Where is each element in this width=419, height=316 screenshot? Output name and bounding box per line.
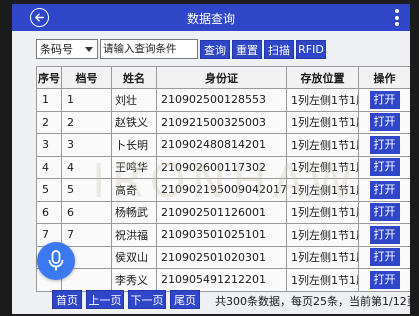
cell-file-no: 1 [61,88,112,112]
open-button[interactable]: 打开 [369,90,400,109]
cell-name: 王鸣华 [111,155,157,179]
cell-name: 侯双山 [111,245,157,269]
results-table: 序号 档号 姓名 身份证 存放位置 操作 1 1 刘壮 210902500128… [36,66,410,292]
column-header-action: 操作 [358,66,410,89]
first-page-button[interactable]: 首页 [52,290,82,309]
open-button[interactable]: 打开 [369,203,400,222]
cell-location: 1列左侧1节1层 [286,223,359,247]
next-page-button[interactable]: 下一页 [128,290,166,309]
cell-id: 210902500128553 [156,88,287,112]
device-bezel-right [410,0,419,316]
cell-id: 210902501126001 [156,200,287,224]
cell-file-no: 5 [61,178,112,202]
table-row: 3 3 卜长明 210902480814201 1列左侧1节1层 打开 [36,133,410,157]
reset-button[interactable]: 重置 [232,40,262,59]
cell-location: 1列左侧1节1层 [286,110,359,134]
microphone-icon [48,250,64,271]
page-title: 数据查询 [186,12,235,26]
cell-file-no: 2 [61,110,112,134]
cell-action: 打开 [358,155,410,179]
open-button[interactable]: 打开 [369,135,400,154]
cell-file-no: 3 [61,133,112,157]
cell-action: 打开 [358,245,410,269]
cell-action: 打开 [358,200,410,224]
cell-action: 打开 [358,133,410,157]
cell-no: 4 [36,155,62,179]
column-header-location: 存放位置 [286,66,359,89]
cell-action: 打开 [358,110,410,134]
caret-down-icon [85,47,93,52]
cell-location: 1列左侧1节1层 [286,268,359,292]
open-button[interactable]: 打开 [369,113,400,132]
prev-page-button[interactable]: 上一页 [86,290,124,309]
cell-id: 210905491212201 [156,268,287,292]
cell-id: 210903501025101 [156,223,287,247]
table-header-row: 序号 档号 姓名 身份证 存放位置 操作 [36,66,410,89]
cell-location: 1列左侧1节1层 [286,178,359,202]
cell-name: 杨畅武 [111,200,157,224]
column-header-id: 身份证 [156,66,287,89]
cell-no: 5 [36,178,62,202]
search-field-select[interactable]: 条码号 [36,39,98,59]
app-screen: 数据查询 条码号 查询 重置 扫描 RFID 序号 档号 姓名 [12,4,410,314]
open-button[interactable]: 打开 [369,248,400,267]
cell-name: 祝洪福 [111,223,157,247]
cell-no: 6 [36,200,62,224]
cell-location: 1列左侧1节1层 [286,200,359,224]
open-button[interactable]: 打开 [369,158,400,177]
scan-button[interactable]: 扫描 [264,40,294,59]
query-button[interactable]: 查询 [200,40,230,59]
cell-name: 卜长明 [111,133,157,157]
table-row: 5 5 高奇 210902195009042017 1列左侧1节1层 打开 [36,178,410,202]
open-button[interactable]: 打开 [369,180,400,199]
cell-location: 1列左侧1节1层 [286,88,359,112]
search-bar: 条码号 查询 重置 扫描 RFID [12,37,410,63]
last-page-button[interactable]: 尾页 [170,290,200,309]
cell-no: 3 [36,133,62,157]
cell-location: 1列左侧1节1层 [286,245,359,269]
pagination: 首页 上一页 下一页 尾页 共300条数据，每页25条，当前第1/12页 [12,290,410,310]
table-row: 2 2 赵铁义 210921500325003 1列左侧1节1层 打开 [36,110,410,134]
cell-no: 2 [36,110,62,134]
cell-action: 打开 [358,223,410,247]
cell-file-no: 4 [61,155,112,179]
column-header-no: 序号 [36,66,62,89]
cell-name: 李秀义 [111,268,157,292]
cell-no: 1 [36,88,62,112]
cell-id: 210902501020301 [156,245,287,269]
cell-location: 1列左侧1节1层 [286,133,359,157]
more-vertical-icon [395,9,399,13]
cell-id: 210921500325003 [156,110,287,134]
pagination-info: 共300条数据，每页25条，当前第1/12页 [215,295,410,308]
table-row: 7 7 祝洪福 210903501025101 1列左侧1节1层 打开 [36,223,410,247]
more-menu-button[interactable] [394,9,400,26]
rfid-button[interactable]: RFID [296,40,326,59]
table-row: 4 4 王鸣华 210902600117302 1列左侧1节1层 打开 [36,155,410,179]
table-row: 6 6 杨畅武 210902501126001 1列左侧1节1层 打开 [36,200,410,224]
cell-location: 1列左侧1节1层 [286,155,359,179]
cell-action: 打开 [358,268,410,292]
cell-action: 打开 [358,88,410,112]
column-header-file-no: 档号 [61,66,112,89]
cell-file-no: 6 [61,200,112,224]
cell-name: 高奇 [111,178,157,202]
voice-input-button[interactable] [37,242,75,280]
open-button[interactable]: 打开 [369,270,400,289]
cell-name: 刘壮 [111,88,157,112]
cell-id: 210902480814201 [156,133,287,157]
table-row: 1 1 刘壮 210902500128553 1列左侧1节1层 打开 [36,88,410,112]
table-row: 侯双山 210902501020301 1列左侧1节1层 打开 [36,245,410,269]
cell-name: 赵铁义 [111,110,157,134]
cell-action: 打开 [358,178,410,202]
title-bar: 数据查询 [12,4,410,31]
column-header-name: 姓名 [111,66,157,89]
cell-id: 210902600117302 [156,155,287,179]
table-row: 李秀义 210905491212201 1列左侧1节1层 打开 [36,268,410,292]
search-field-select-value: 条码号 [40,43,73,56]
search-input[interactable] [100,39,198,59]
cell-id: 210902195009042017 [156,178,287,202]
open-button[interactable]: 打开 [369,225,400,244]
cell-file-no: 7 [61,223,112,247]
